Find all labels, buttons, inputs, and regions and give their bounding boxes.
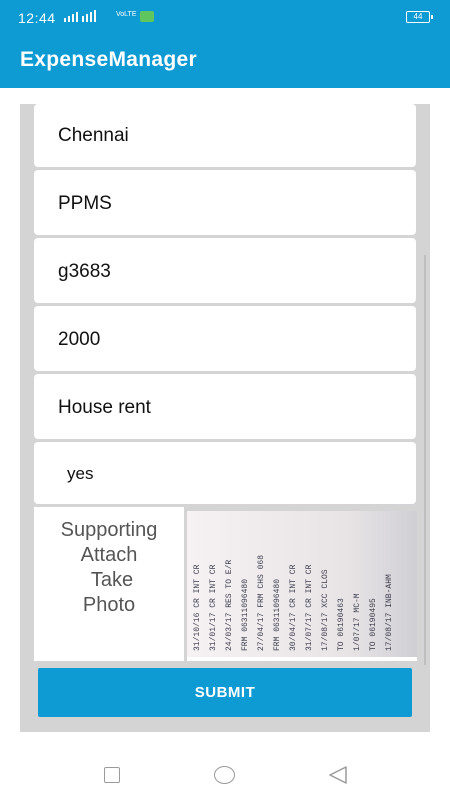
amount-value: 2000 [58,329,101,350]
city-field[interactable]: Chennai [34,104,416,167]
receipt-text-line: 27/04/17 FRM CHS 068 [257,555,266,651]
receipt-text-line: FRM 06311096480 [273,579,282,651]
receipt-text-line: TO 06190463 [337,598,346,651]
receipt-text-line: 17/08/17 INB-AHM [385,574,394,651]
description-field[interactable]: House rent [34,374,416,439]
amount-field[interactable]: 2000 [34,306,416,371]
receipt-image: 31/10/16 CR INT CR 31/01/17 CR INT CR 24/0… [187,511,417,657]
yes-value: yes [67,464,94,483]
attach-photo-button[interactable]: Supporting Attach Take Photo [34,507,184,661]
receipt-text-line: 31/07/17 CR INT CR [305,564,314,651]
back-icon[interactable] [327,765,349,785]
code-field[interactable]: g3683 [34,238,416,303]
yes-field[interactable]: yes [34,442,416,504]
volte-label: VoLTE [116,11,137,18]
description-value: House rent [58,397,151,418]
city-value: Chennai [58,125,129,146]
receipt-text-line: 31/01/17 CR INT CR [209,564,218,651]
battery-icon: 44 [406,11,433,23]
attach-label-line3: Take [90,569,134,591]
submit-button[interactable]: SUBMIT [38,668,412,717]
signal-icon: VoLTE [64,10,154,22]
app-title: ExpenseManager [20,48,197,71]
photo-divider [187,657,417,661]
receipt-text-line: 24/03/17 RES TO E/R [225,560,234,651]
project-field[interactable]: PPMS [34,170,416,235]
nav-bar [0,744,450,800]
project-value: PPMS [58,193,112,214]
receipt-photo[interactable]: 31/10/16 CR INT CR 31/01/17 CR INT CR 24/0… [187,511,417,657]
status-time: 12:44 [18,10,56,26]
code-value: g3683 [58,261,111,282]
recent-apps-icon[interactable] [104,767,120,783]
receipt-text-line: 17/08/17 XCC CLOS [321,569,330,651]
receipt-text-line: TO 06190495 [369,598,378,651]
status-bar: 12:44 VoLTE 44 [0,0,450,34]
attach-label-line4: Photo [82,594,136,616]
attach-label-line2: Attach [80,544,138,566]
receipt-text-line: 1/07/17 MC-M [353,593,362,651]
attach-label-line1: Supporting [60,519,158,541]
home-icon[interactable] [214,766,235,784]
scrollbar[interactable] [424,255,426,665]
receipt-text-line: FRM 06311096480 [241,579,250,651]
receipt-text-line: 31/10/16 CR INT CR [193,564,202,651]
app-bar: ExpenseManager [0,34,450,88]
receipt-text-line: 30/04/17 CR INT CR [289,564,298,651]
